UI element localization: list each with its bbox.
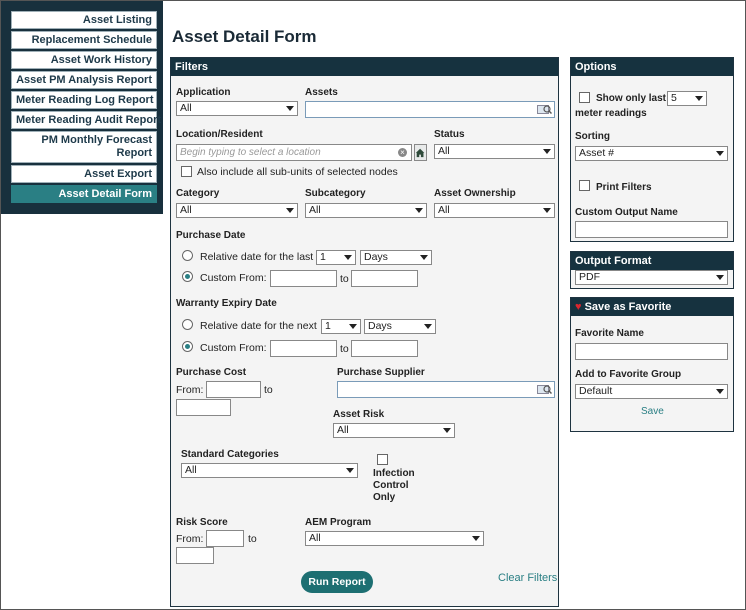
risk-label: Asset Risk bbox=[333, 409, 385, 420]
sorting-label: Sorting bbox=[575, 131, 610, 142]
cost-label: Purchase Cost bbox=[176, 367, 247, 378]
purchase-custom-radio[interactable] bbox=[182, 271, 193, 282]
purchase-date-label: Purchase Date bbox=[176, 230, 246, 241]
sidebar: Asset Listing Replacement Schedule Asset… bbox=[1, 1, 163, 214]
warranty-relative-unit[interactable]: Days bbox=[364, 319, 436, 334]
infection-control-label: Infection Control Only bbox=[373, 468, 415, 503]
cost-to-label: to bbox=[264, 384, 273, 396]
warranty-from-input[interactable] bbox=[270, 340, 337, 357]
location-label: Location/Resident bbox=[176, 129, 263, 140]
favorite-header: ♥ Save as Favorite bbox=[571, 298, 733, 316]
lookup-icon[interactable] bbox=[537, 104, 552, 115]
custom-output-input[interactable] bbox=[575, 221, 728, 238]
risk-score-from-input[interactable] bbox=[206, 530, 244, 547]
warranty-to-input[interactable] bbox=[351, 340, 418, 357]
cost-from-label: From: bbox=[176, 384, 204, 396]
purchase-custom-label: Custom From: bbox=[200, 272, 267, 284]
purchase-to-input[interactable] bbox=[351, 270, 418, 287]
status-label: Status bbox=[434, 129, 465, 140]
warranty-custom-label: Custom From: bbox=[200, 342, 267, 354]
risk-score-label: Risk Score bbox=[176, 517, 228, 528]
application-select[interactable]: All bbox=[176, 101, 298, 116]
output-format-panel: Output Format PDF bbox=[570, 251, 734, 289]
assets-label: Assets bbox=[305, 87, 338, 98]
category-label: Category bbox=[176, 188, 220, 199]
meter-readings-label: meter readings bbox=[575, 108, 647, 119]
risk-score-to-input[interactable] bbox=[176, 547, 214, 564]
risk-select[interactable]: All bbox=[333, 423, 455, 438]
main-content: Asset Detail Form Filters Application Al… bbox=[164, 1, 745, 609]
location-input[interactable]: Begin typing to select a location × bbox=[176, 144, 412, 161]
cost-to-input[interactable] bbox=[176, 399, 231, 416]
show-only-last-checkbox[interactable] bbox=[579, 92, 590, 103]
category-select[interactable]: All bbox=[176, 203, 298, 218]
purchase-to-label: to bbox=[340, 273, 349, 285]
custom-output-label: Custom Output Name bbox=[575, 207, 678, 218]
warranty-relative-radio[interactable] bbox=[182, 319, 193, 330]
options-panel: Options Show only last 5 meter readings … bbox=[570, 57, 734, 242]
print-filters-checkbox[interactable] bbox=[579, 180, 590, 191]
sidebar-item-asset-export[interactable]: Asset Export bbox=[11, 165, 157, 183]
assets-input[interactable] bbox=[305, 101, 555, 118]
subunits-label: Also include all sub-units of selected n… bbox=[197, 166, 398, 178]
sorting-select[interactable]: Asset # bbox=[575, 146, 728, 161]
aem-select[interactable]: All bbox=[305, 531, 484, 546]
ownership-label: Asset Ownership bbox=[434, 188, 516, 199]
sidebar-item-asset-work-history[interactable]: Asset Work History bbox=[11, 51, 157, 69]
std-categories-label: Standard Categories bbox=[181, 449, 279, 460]
sidebar-item-replacement-schedule[interactable]: Replacement Schedule bbox=[11, 31, 157, 49]
favorite-name-label: Favorite Name bbox=[575, 328, 644, 339]
output-format-header: Output Format bbox=[571, 252, 733, 270]
filters-panel: Filters Application All Assets Location/… bbox=[170, 57, 559, 607]
supplier-input[interactable] bbox=[337, 381, 555, 398]
ownership-select[interactable]: All bbox=[434, 203, 555, 218]
std-categories-select[interactable]: All bbox=[181, 463, 358, 478]
cost-from-input[interactable] bbox=[206, 381, 261, 398]
subcategory-select[interactable]: All bbox=[305, 203, 427, 218]
favorite-panel: ♥ Save as Favorite Favorite Name Add to … bbox=[570, 297, 734, 432]
warranty-label: Warranty Expiry Date bbox=[176, 298, 277, 309]
output-format-select[interactable]: PDF bbox=[575, 270, 728, 285]
purchase-relative-radio[interactable] bbox=[182, 250, 193, 261]
options-header: Options bbox=[571, 58, 733, 76]
subunits-checkbox[interactable] bbox=[181, 166, 192, 177]
purchase-relative-label: Relative date for the last bbox=[200, 251, 314, 263]
show-only-last-label: Show only last bbox=[596, 93, 667, 104]
clear-icon[interactable]: × bbox=[398, 148, 407, 157]
sidebar-item-meter-reading-audit[interactable]: Meter Reading Audit Report bbox=[11, 111, 161, 129]
sidebar-item-asset-detail-form[interactable]: Asset Detail Form bbox=[11, 185, 157, 203]
warranty-to-label: to bbox=[340, 343, 349, 355]
status-select[interactable]: All bbox=[434, 144, 555, 159]
sidebar-item-meter-reading-log[interactable]: Meter Reading Log Report bbox=[11, 91, 157, 109]
risk-score-to-label: to bbox=[248, 533, 257, 545]
supplier-lookup-icon[interactable] bbox=[537, 384, 552, 395]
home-icon[interactable] bbox=[414, 144, 427, 161]
clear-filters-link[interactable]: Clear Filters bbox=[498, 572, 557, 584]
sidebar-item-pm-monthly-forecast[interactable]: PM Monthly Forecast Report bbox=[11, 131, 157, 163]
application-label: Application bbox=[176, 87, 231, 98]
meter-count-select[interactable]: 5 bbox=[667, 91, 707, 106]
favorite-group-label: Add to Favorite Group bbox=[575, 369, 682, 380]
purchase-from-input[interactable] bbox=[270, 270, 337, 287]
warranty-relative-count[interactable]: 1 bbox=[321, 319, 361, 334]
sidebar-item-asset-pm-analysis[interactable]: Asset PM Analysis Report bbox=[11, 71, 157, 89]
run-report-button[interactable]: Run Report bbox=[301, 571, 373, 593]
infection-control-checkbox[interactable] bbox=[377, 454, 388, 465]
supplier-label: Purchase Supplier bbox=[337, 367, 425, 378]
page-title: Asset Detail Form bbox=[172, 27, 317, 46]
save-favorite-link[interactable]: Save bbox=[641, 406, 664, 417]
heart-icon: ♥ bbox=[575, 301, 582, 313]
favorite-group-select[interactable]: Default bbox=[575, 384, 728, 399]
sidebar-item-asset-listing[interactable]: Asset Listing bbox=[11, 11, 157, 29]
warranty-relative-label: Relative date for the next bbox=[200, 320, 317, 332]
print-filters-label: Print Filters bbox=[596, 182, 652, 193]
purchase-relative-unit[interactable]: Days bbox=[360, 250, 432, 265]
risk-score-from-label: From: bbox=[176, 533, 204, 545]
filters-header: Filters bbox=[171, 58, 558, 76]
warranty-custom-radio[interactable] bbox=[182, 341, 193, 352]
aem-label: AEM Program bbox=[305, 517, 372, 528]
purchase-relative-count[interactable]: 1 bbox=[316, 250, 356, 265]
subcategory-label: Subcategory bbox=[305, 188, 366, 199]
favorite-name-input[interactable] bbox=[575, 343, 728, 360]
